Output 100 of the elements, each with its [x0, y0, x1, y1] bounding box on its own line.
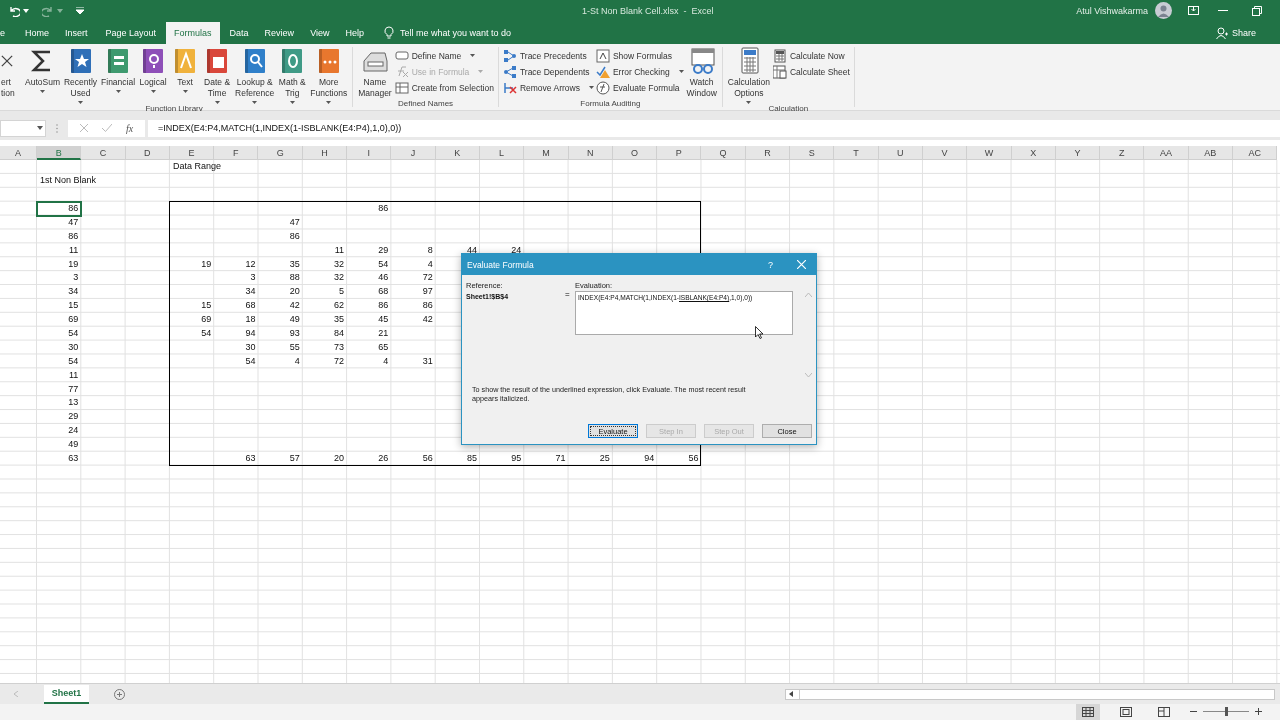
column-header[interactable]: B — [37, 146, 82, 161]
customize-icon[interactable] — [76, 7, 84, 15]
ribbon-button[interactable]: More Functions — [309, 46, 349, 104]
sheet-tab[interactable]: Sheet1 — [44, 684, 89, 704]
ribbon-display-icon[interactable] — [1188, 6, 1199, 16]
ribbon-button[interactable]: Calculate Sheet — [772, 64, 850, 79]
user-name[interactable]: Atul Vishwakarma — [1076, 5, 1148, 16]
ribbon-button[interactable]: Trace Dependents — [502, 64, 594, 79]
ribbon-button[interactable]: Define Name — [394, 48, 494, 63]
column-header[interactable]: Q — [701, 146, 746, 161]
caret-icon — [678, 70, 684, 74]
table-cell-text: 57 — [288, 452, 301, 465]
zoom-in-icon[interactable] — [1255, 708, 1262, 716]
ribbon-button[interactable]: Error Checking — [595, 64, 684, 79]
column-header[interactable]: AC — [1233, 146, 1278, 161]
column-header[interactable]: L — [479, 146, 525, 161]
ribbon-button[interactable]: Text — [170, 46, 201, 93]
ribbon-button[interactable]: Lookup & Reference — [234, 46, 276, 104]
close-icon[interactable] — [797, 260, 806, 270]
ribbon-button[interactable]: Create from Selection — [394, 80, 494, 95]
check-icon[interactable] — [102, 124, 112, 133]
ribbon-button[interactable]: Math & Trig — [277, 46, 308, 104]
restore-icon[interactable] — [1252, 5, 1262, 16]
share-button[interactable]: Share — [1215, 21, 1256, 44]
column-header[interactable]: R — [745, 146, 791, 161]
column-header[interactable]: O — [612, 146, 658, 161]
ribbon-button[interactable]: Calculation Options — [726, 46, 771, 104]
table-cell-text: Data Range — [171, 160, 222, 174]
column-header[interactable]: X — [1011, 146, 1056, 161]
scroll-left-icon[interactable] — [789, 691, 793, 698]
column-header[interactable]: S — [790, 146, 835, 161]
column-header[interactable]: I — [347, 146, 392, 161]
table-cell-text: 30 — [244, 340, 257, 354]
ribbon-button[interactable]: Name Manager — [357, 46, 393, 99]
ribbon-tab[interactable]: Insert — [57, 21, 96, 44]
column-header[interactable]: AB — [1188, 146, 1233, 161]
ribbon-tab[interactable]: Home — [17, 21, 57, 44]
table-cell-text: 69 — [200, 313, 213, 327]
ribbon-button[interactable]: Show Formulas — [595, 48, 684, 63]
formula-field[interactable]: =INDEX(E4:P4,MATCH(1,INDEX(1-ISBLANK(E4:P4),1,0),0)) — [148, 120, 1280, 137]
column-header[interactable]: H — [302, 146, 348, 161]
ribbon-button[interactable]: ert tion — [0, 46, 22, 99]
undo-icon[interactable] — [8, 4, 20, 17]
column-header[interactable]: M — [524, 146, 569, 161]
ribbon-tab[interactable]: Help — [337, 21, 372, 44]
table-cell-text: 47 — [288, 215, 301, 229]
table-cell-text: 71 — [554, 452, 567, 465]
table-cell-text: 93 — [288, 327, 301, 340]
column-header[interactable]: Y — [1055, 146, 1101, 161]
ribbon-button[interactable]: Calculate Now — [772, 48, 850, 63]
ribbon-button[interactable]: Remove Arrows — [502, 80, 594, 95]
column-header[interactable]: G — [258, 146, 303, 161]
column-header[interactable]: F — [214, 146, 259, 161]
column-header[interactable]: U — [878, 146, 923, 161]
table-cell-text: 34 — [67, 285, 80, 299]
ribbon-button[interactable]: Watch Window — [685, 46, 718, 99]
ribbon-button[interactable]: Trace Precedents — [502, 48, 594, 63]
table-cell-text: 72 — [421, 271, 434, 285]
column-header[interactable]: P — [657, 146, 702, 161]
add-sheet-icon[interactable] — [114, 688, 125, 700]
column-header[interactable]: D — [125, 146, 170, 161]
lightbulb-icon[interactable] — [384, 25, 394, 39]
column-header[interactable]: N — [568, 146, 613, 161]
table-cell-text: 4 — [293, 354, 301, 368]
ribbon-tab[interactable]: e — [0, 21, 12, 44]
ribbon-button[interactable]: Financial — [100, 46, 137, 93]
column-header[interactable]: A — [0, 146, 37, 161]
table-cell-text: 54 — [244, 354, 257, 368]
column-header[interactable]: J — [391, 146, 436, 161]
column-header[interactable]: AA — [1144, 146, 1189, 161]
ribbon-tab[interactable]: Page Layout — [97, 21, 165, 44]
caret-icon[interactable] — [23, 8, 29, 13]
column-header[interactable]: Z — [1100, 146, 1145, 161]
ribbon-button[interactable]: Evaluate Formula — [595, 80, 684, 95]
table-cell-text: 56 — [687, 452, 700, 465]
ribbon-tab[interactable]: Data — [221, 21, 257, 44]
column-header[interactable]: C — [81, 146, 126, 161]
ribbon-button[interactable]: Logical — [138, 46, 169, 93]
ribbon-button[interactable]: Date & Time — [202, 46, 233, 104]
zoom-slider-thumb[interactable] — [1224, 707, 1228, 717]
ribbon-tab[interactable]: Review — [256, 21, 303, 44]
table-cell-text: 3 — [72, 271, 80, 285]
column-header[interactable]: V — [922, 146, 968, 161]
table-cell-text: 8 — [426, 243, 434, 257]
column-header[interactable]: W — [967, 146, 1012, 161]
column-header[interactable]: E — [169, 146, 215, 161]
minimize-icon[interactable] — [1218, 9, 1228, 12]
caret-icon — [37, 126, 43, 131]
ribbon-tab[interactable]: View — [302, 21, 338, 44]
tell-me-search[interactable]: Tell me what you want to do — [400, 21, 512, 44]
ribbon-tab[interactable]: Formulas — [166, 21, 220, 44]
table-cell-text: 35 — [288, 257, 301, 271]
mouse-pointer-icon — [755, 326, 764, 340]
ribbon-button[interactable]: Recently Used — [62, 46, 99, 104]
column-header[interactable]: K — [435, 146, 480, 161]
ribbon-button[interactable]: AutoSum — [24, 46, 61, 93]
column-header[interactable]: T — [834, 146, 879, 161]
insert-function-button[interactable]: fx — [126, 123, 134, 134]
horizontal-scrollbar[interactable] — [785, 688, 1275, 700]
avatar-icon[interactable] — [1155, 2, 1172, 20]
